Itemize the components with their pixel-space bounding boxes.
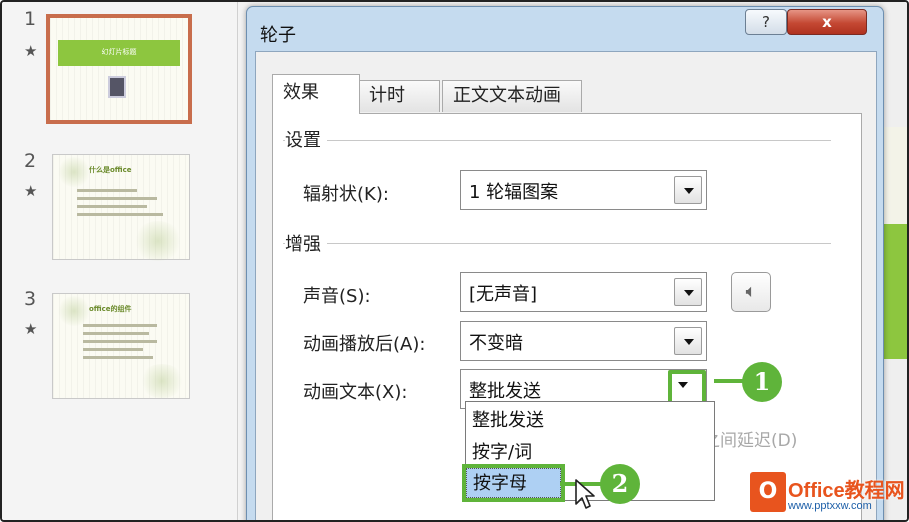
slide-number: 3 [24,288,37,310]
slide-number: 1 [24,8,37,30]
callout-badge-2: 2 [600,464,640,504]
thumb-ornament [139,364,185,398]
spokes-value: 1 轮辐图案 [469,182,559,203]
animation-star-icon: ★ [24,182,38,200]
chevron-down-icon[interactable] [674,327,702,355]
help-button[interactable]: ? [745,9,787,35]
thumb-picture [108,76,126,98]
thumb-title-text: 幻灯片标题 [101,48,137,56]
thumb-title-text: 什么是office [89,166,132,174]
thumb-text-line [77,189,137,192]
tab-text-animation[interactable]: 正文文本动画 [442,80,582,112]
callout-badge-1: 1 [742,362,782,402]
thumb-title-text: office的组件 [89,305,132,313]
spokes-label: 辐射状(K): [303,184,389,205]
dialog-title: 轮子 [260,25,296,46]
slide-number: 2 [24,150,37,172]
spokes-select[interactable]: 1 轮辐图案 [460,170,707,210]
after-animation-value: 不变暗 [469,333,523,354]
animate-text-value: 整批发送 [469,381,541,402]
screenshot-frame: 1 ★ 幻灯片标题 2 ★ 什么是office 3 ★ office的组件 轮子… [0,0,909,522]
chevron-down-icon[interactable] [674,176,702,204]
sound-value: [无声音] [469,284,538,305]
animation-star-icon: ★ [24,42,38,60]
watermark-text: Office教程网 [788,480,905,502]
slide-canvas-light-area [880,127,907,224]
mouse-cursor-icon [575,479,595,509]
tab-effect[interactable]: 效果 [272,74,360,114]
settings-group-label: 设置 [285,126,327,152]
thumb-text-line [83,340,157,343]
slide-thumbnail-3[interactable]: office的组件 [52,293,190,399]
callout-connector [714,379,744,383]
thumb-text-line [77,205,147,208]
dropdown-option-by-word[interactable]: 按字/词 [466,438,714,468]
thumb-text-line [83,348,143,351]
enhance-group-label: 增强 [285,230,327,256]
sound-select[interactable]: [无声音] [460,272,707,312]
slide-canvas-edge [880,2,907,520]
group-divider [283,243,831,244]
thumb-text-line [77,197,157,200]
after-animation-select[interactable]: 不变暗 [460,321,707,361]
slide-thumbnail-2[interactable]: 什么是office [52,154,190,261]
thumb-text-line [83,332,149,335]
watermark-url: www.pptxxw.com [788,500,872,512]
animate-text-label: 动画文本(X): [303,382,408,403]
thumb-ornament [57,296,91,326]
slide-canvas-green-area [880,224,907,359]
thumb-ornament [133,221,183,261]
delay-label: 之间延迟(D) [703,431,798,451]
group-divider [283,140,831,141]
speaker-icon[interactable]: 🔈︎ [731,272,771,312]
slide-panel: 1 ★ 幻灯片标题 2 ★ 什么是office 3 ★ office的组件 [2,2,238,520]
close-button[interactable]: x [787,9,867,35]
after-animation-label: 动画播放后(A): [303,334,426,355]
office-logo-icon: O [750,472,786,512]
dropdown-option-all-at-once[interactable]: 整批发送 [466,406,714,436]
animation-star-icon: ★ [24,320,38,338]
tab-timing[interactable]: 计时 [358,80,440,112]
sound-label: 声音(S): [303,286,371,307]
chevron-down-icon[interactable] [674,278,702,306]
dropdown-option-by-letter[interactable]: 按字母 [462,464,565,502]
thumb-ornament [57,157,91,187]
thumb-text-line [83,324,157,327]
slide-thumbnail-1[interactable]: 幻灯片标题 [46,14,192,124]
thumb-text-line [83,356,153,359]
thumb-text-line [77,213,163,216]
